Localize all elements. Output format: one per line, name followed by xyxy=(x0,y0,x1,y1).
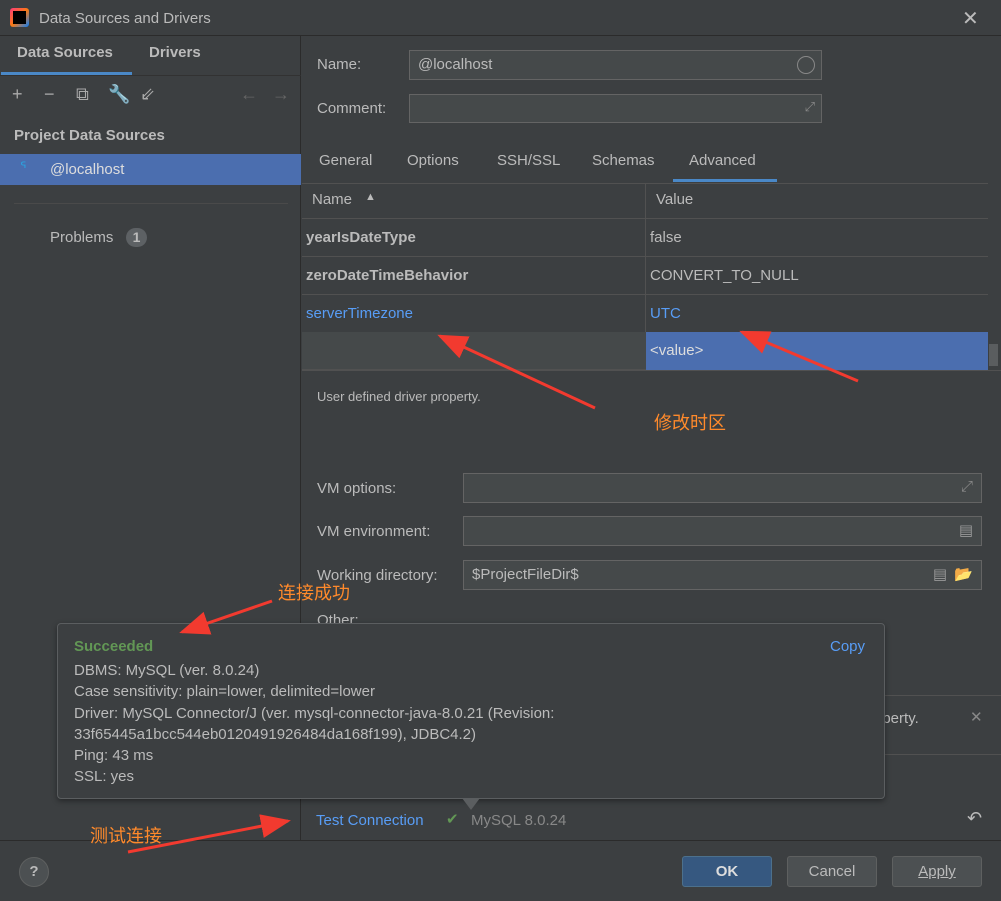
annotation-arrows xyxy=(127,330,859,854)
arrow xyxy=(739,330,859,383)
arrow xyxy=(437,334,596,410)
arrow xyxy=(179,599,273,635)
annotation-timezone: 修改时区 xyxy=(654,413,726,433)
annotation-success: 连接成功 xyxy=(278,583,350,603)
annotation-test: 测试连接 xyxy=(90,826,162,846)
